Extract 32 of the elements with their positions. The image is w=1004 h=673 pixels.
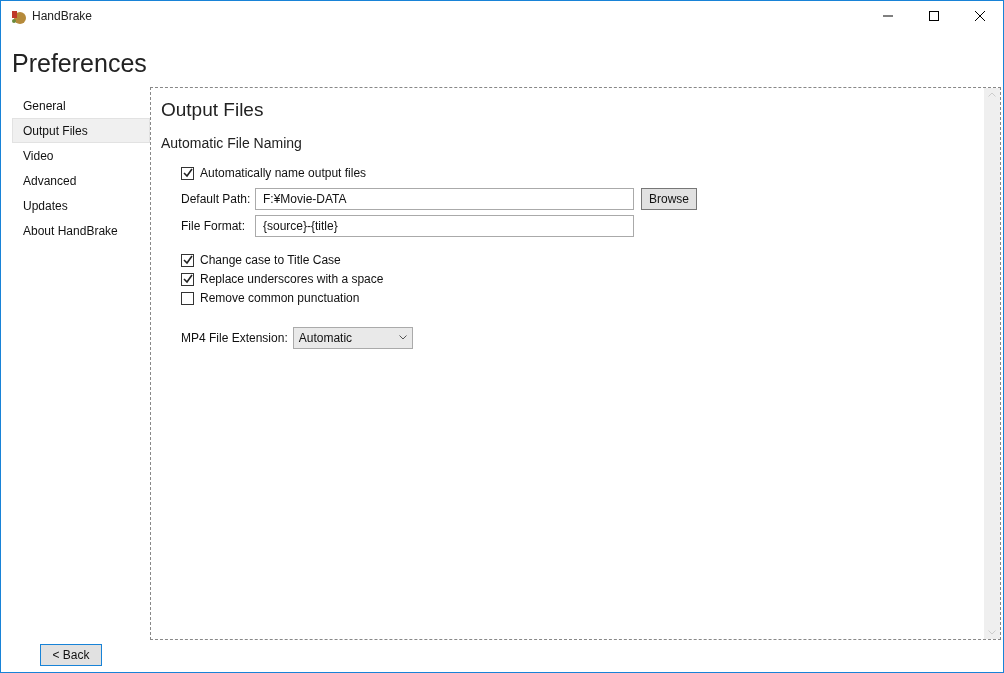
checkbox[interactable] [181, 291, 194, 305]
input-field[interactable]: {source}-{title} [255, 214, 634, 237]
back-button[interactable]: < Back [40, 644, 102, 666]
checkbox-label: Automatically name output files [200, 165, 367, 182]
field-label: File Format: [181, 217, 246, 235]
sidebar-item[interactable]: Video [12, 143, 150, 168]
close-icon [975, 11, 985, 21]
checkmark-icon [182, 274, 193, 284]
checkbox-label: Change case to Title Case [200, 252, 341, 269]
sidebar-item[interactable]: Output Files [12, 118, 150, 143]
dropdown[interactable]: Automatic [292, 326, 413, 349]
browse-button[interactable]: Browse [641, 187, 697, 210]
sidebar-item[interactable]: About HandBrake [12, 218, 150, 243]
field-label: Default Path: [181, 190, 252, 208]
sidebar-item[interactable]: Updates [12, 193, 150, 218]
sidebar-item[interactable]: Advanced [12, 168, 150, 193]
sidebar-item[interactable]: General [12, 93, 150, 118]
window-title: HandBrake [32, 8, 93, 25]
page-heading: Preferences [12, 48, 148, 79]
checkmark-icon [182, 168, 193, 178]
checkmark-icon [182, 255, 193, 265]
maximize-icon [929, 11, 939, 21]
checkbox[interactable] [181, 253, 194, 267]
checkbox-label: Remove common punctuation [200, 290, 360, 307]
section-title: Automatic File Naming [161, 133, 303, 153]
field-label: MP4 File Extension: [181, 329, 288, 347]
checkbox[interactable] [181, 272, 194, 286]
checkbox[interactable] [181, 166, 194, 180]
panel-title: Output Files [161, 98, 265, 122]
chevron-down-icon [398, 335, 407, 340]
checkbox-label: Replace underscores with a space [200, 271, 384, 288]
input-field[interactable]: F:¥Movie-DATA [255, 187, 634, 210]
